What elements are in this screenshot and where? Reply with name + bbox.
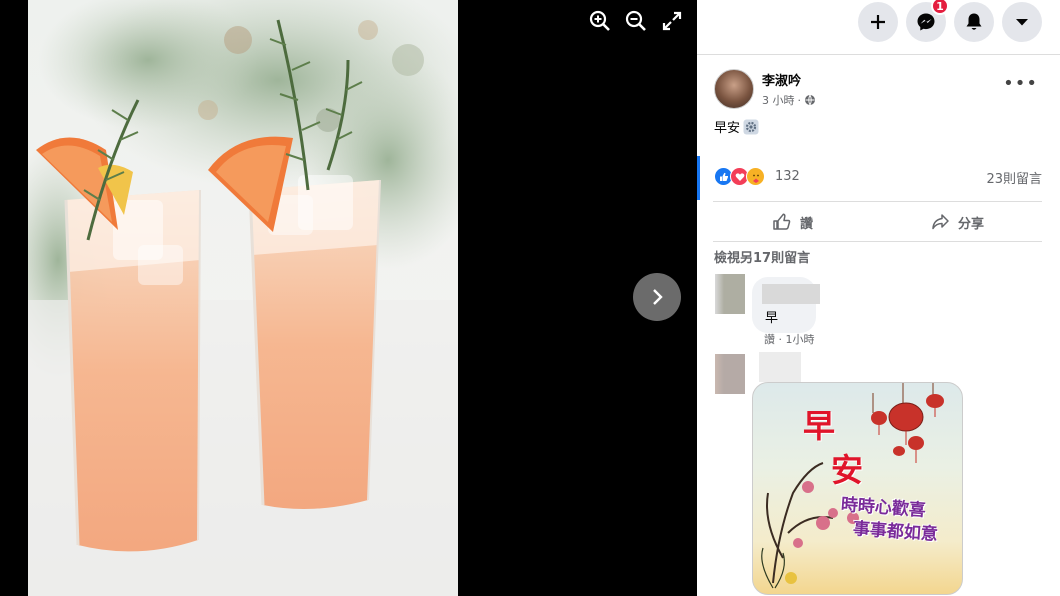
plus-icon <box>871 15 885 29</box>
comment-separator: · <box>778 333 786 346</box>
commenter-name-redacted <box>759 352 801 382</box>
zoom-in-icon[interactable] <box>587 8 613 34</box>
comment-footer: 讚 · 1小時 <box>764 331 815 347</box>
zoom-out-icon[interactable] <box>623 8 649 34</box>
like-button[interactable]: 讚 <box>772 207 813 237</box>
sticker-image[interactable]: 早 安 時時心歡喜 事事都如意 <box>752 382 963 595</box>
share-icon <box>932 214 949 230</box>
commenter-name-redacted <box>762 284 820 304</box>
more-options-icon[interactable]: ••• <box>1003 75 1038 93</box>
meta-separator: · <box>797 93 802 107</box>
view-more-comments[interactable]: 檢視另17則留言 <box>714 247 810 266</box>
messenger-icon <box>917 13 935 31</box>
next-photo-button[interactable] <box>633 273 681 321</box>
account-menu-button[interactable] <box>1002 2 1042 42</box>
caret-down-icon <box>1016 19 1028 26</box>
share-button[interactable]: 分享 <box>930 207 984 237</box>
notifications-button[interactable] <box>954 2 994 42</box>
sticker-title-2: 安 <box>831 451 864 489</box>
messenger-button[interactable]: 1 <box>906 0 949 42</box>
fullscreen-icon[interactable] <box>659 8 685 34</box>
share-label: 分享 <box>958 216 985 232</box>
comment-count[interactable]: 23則留言 <box>986 168 1042 187</box>
thumbs-up-icon <box>773 213 791 230</box>
author-name[interactable]: 李淑吟 <box>762 70 801 89</box>
viewer-toolbar <box>587 8 685 34</box>
post-message: 早安 <box>714 117 759 136</box>
divider-bottom <box>713 241 1042 242</box>
author-avatar[interactable] <box>714 69 754 109</box>
gear-emoji-icon <box>743 119 759 134</box>
divider-top <box>713 201 1042 202</box>
reactions-summary[interactable]: 132 <box>714 167 800 186</box>
post-meta: 3 小時 · <box>762 92 816 108</box>
reaction-count: 132 <box>775 169 800 184</box>
top-navigation: 1 <box>697 0 1060 55</box>
photo-viewer <box>0 0 697 596</box>
post-photo[interactable] <box>28 0 458 596</box>
comment-like-link[interactable]: 讚 <box>764 333 775 346</box>
messenger-badge: 1 <box>931 0 949 15</box>
bell-icon <box>966 13 982 30</box>
focus-indicator <box>697 156 700 200</box>
care-reaction-icon <box>746 167 765 186</box>
comment-bubble: 早 <box>752 277 820 333</box>
commenter-avatar[interactable] <box>715 354 745 394</box>
comment-text: 早 <box>765 311 779 326</box>
post-time[interactable]: 3 小時 <box>762 92 795 108</box>
commenter-avatar[interactable] <box>715 274 745 314</box>
post-text: 早安 <box>714 121 741 136</box>
chevron-right-icon <box>653 289 663 305</box>
sticker-title-1: 早 <box>803 407 836 445</box>
post-panel: 李淑吟 3 小時 · ••• 早安 132 23則留言 讚 分享 檢視另17則留… <box>697 55 1060 596</box>
like-label: 讚 <box>800 216 814 232</box>
comment-time[interactable]: 1小時 <box>786 333 815 346</box>
photo-illustration <box>28 0 458 596</box>
create-button[interactable] <box>858 2 898 42</box>
globe-icon <box>805 94 815 106</box>
